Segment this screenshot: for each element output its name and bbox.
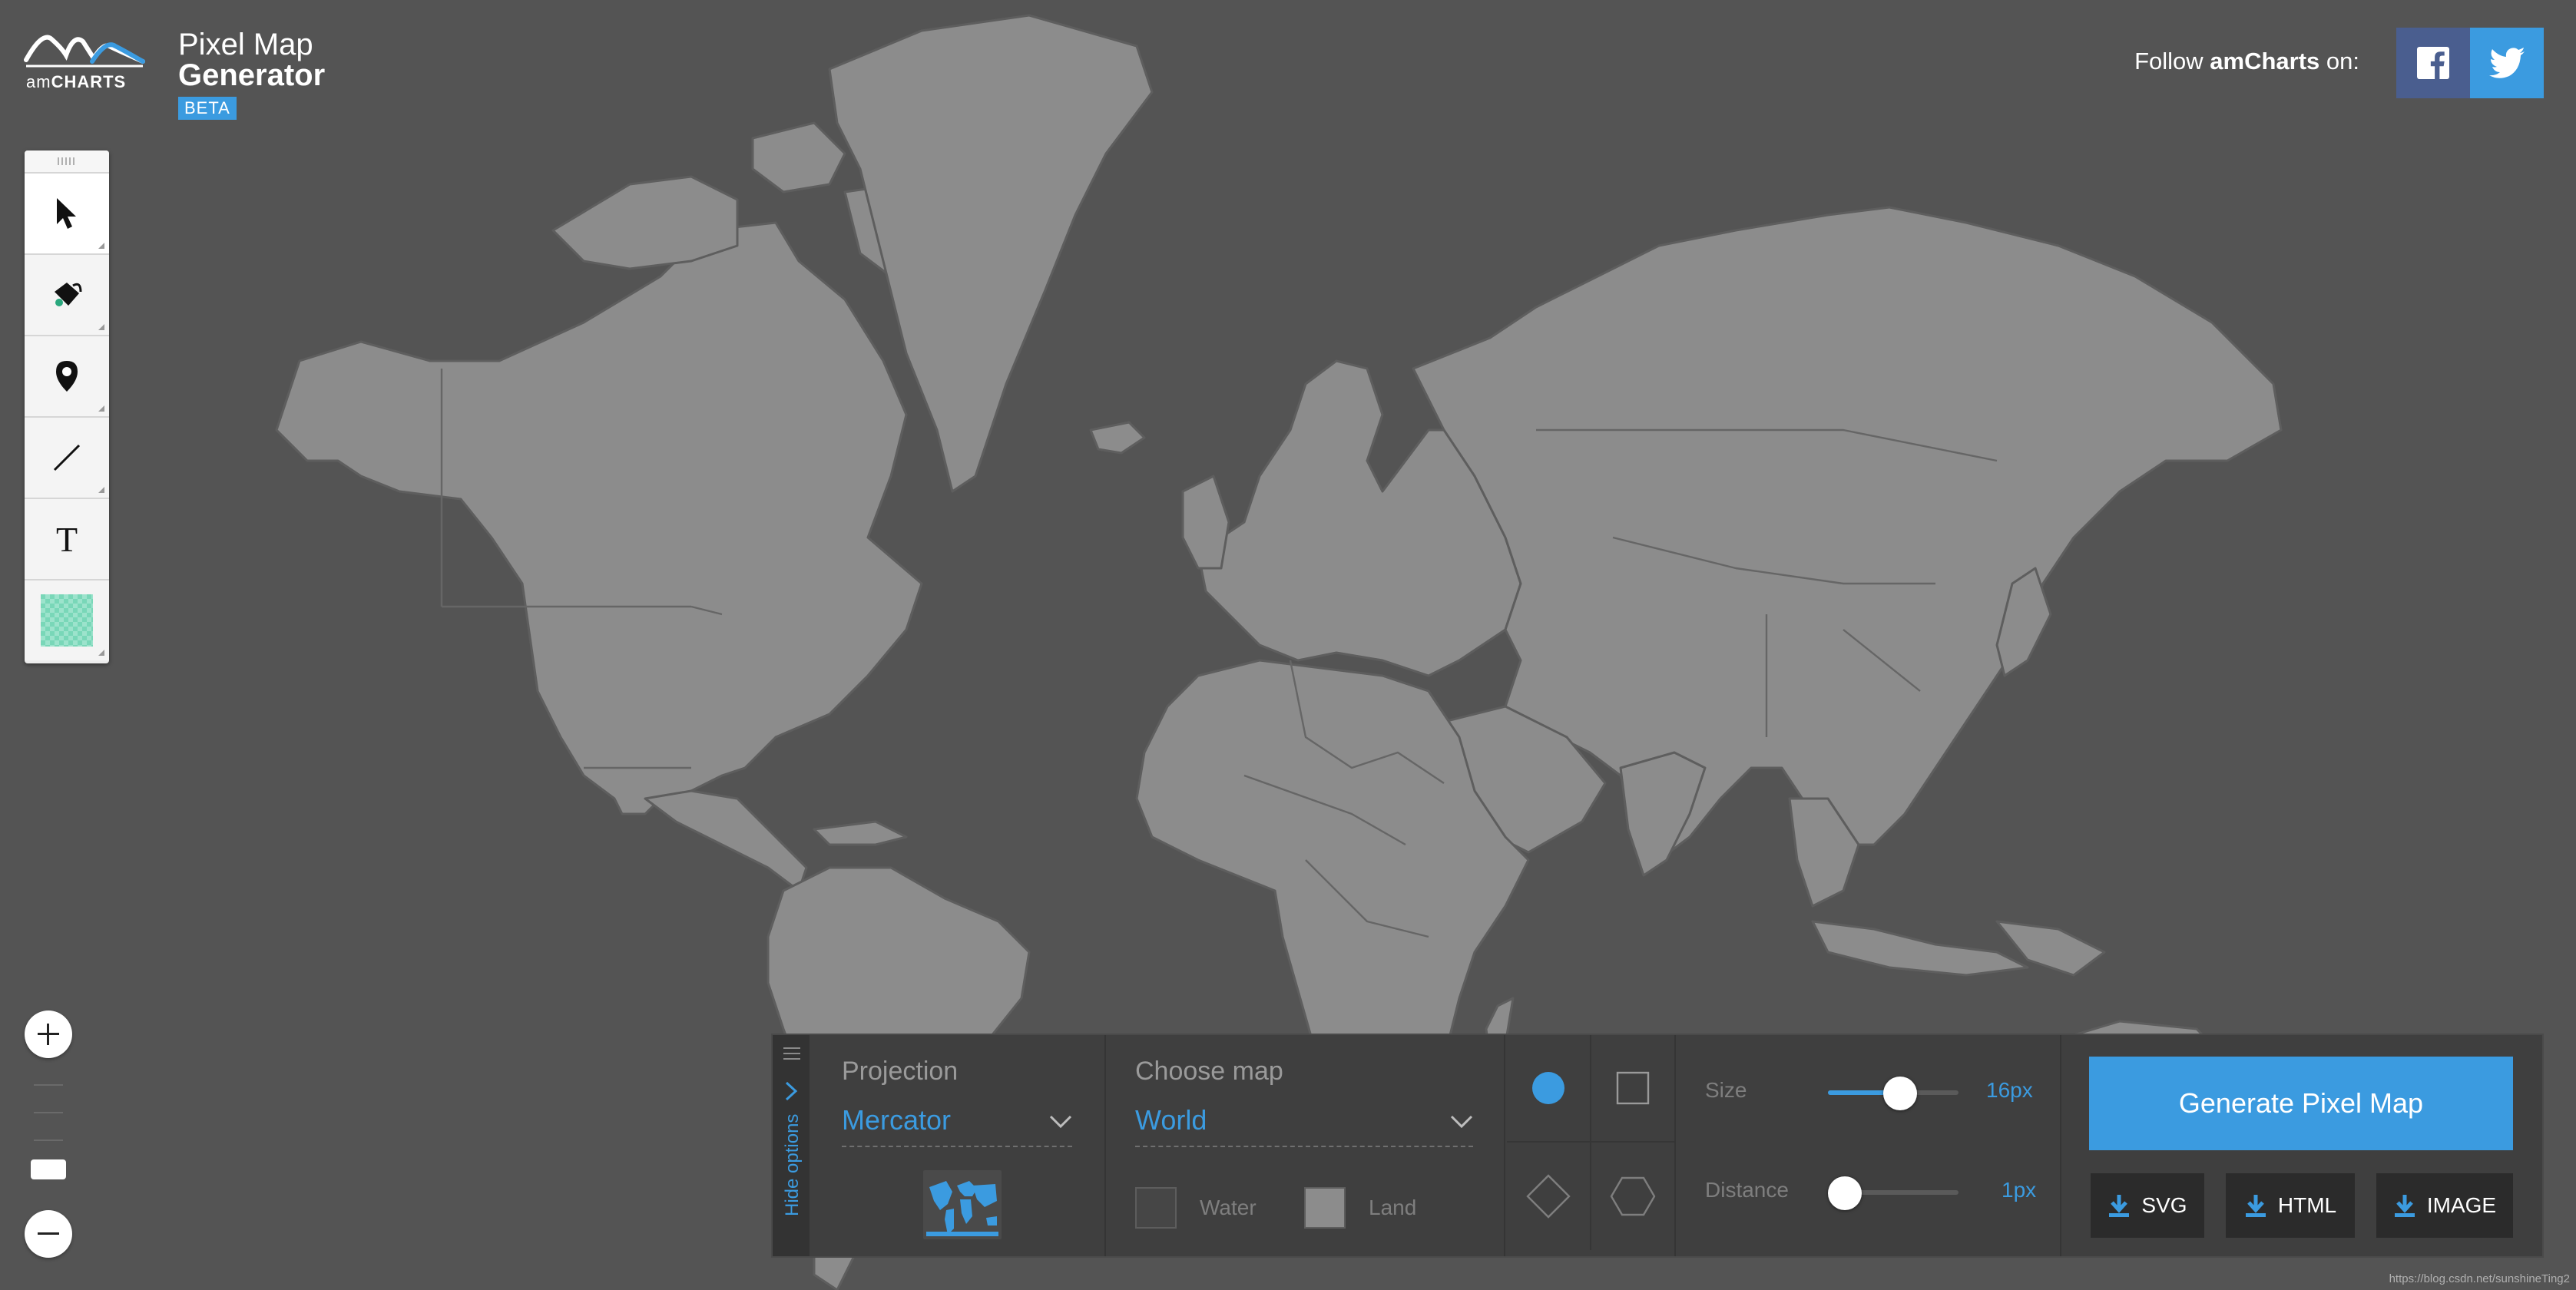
water-color-box [1135,1187,1177,1229]
shape-diamond-option[interactable] [1507,1143,1591,1250]
arctic-islands [551,175,739,270]
projection-select[interactable]: Mercator [842,1104,1072,1147]
distance-slider-knob[interactable] [1828,1176,1862,1210]
central-america [644,789,808,892]
zoom-out-button[interactable] [25,1210,72,1258]
panel-divider [1504,1035,1505,1256]
plus-icon [38,1024,59,1045]
text-tool[interactable]: T [25,499,109,580]
land-label: Land [1369,1196,1417,1219]
distance-value: 1px [2002,1178,2037,1202]
size-slider-knob[interactable] [1882,1077,1917,1110]
paint-bucket-icon [55,283,82,306]
map-pin-icon [56,361,78,392]
logo-wordmark: amCHARTS [26,72,127,91]
svg-label: SVG [2141,1193,2187,1217]
social-buttons [2396,28,2544,98]
title-line-1: Pixel Map [178,28,313,61]
facebook-icon [2417,47,2449,79]
select-tool[interactable] [25,174,109,255]
download-image-button[interactable]: IMAGE [2376,1173,2513,1238]
hexagon-icon [1610,1176,1656,1216]
download-html-button[interactable]: HTML [2226,1173,2355,1238]
projection-section: Projection Mercator [842,1035,1072,1256]
zoom-slider-thumb[interactable] [31,1159,66,1179]
map-section: Choose map World Water Land [1135,1035,1473,1256]
image-label: IMAGE [2426,1193,2497,1217]
html-label: HTML [2277,1193,2337,1217]
projection-value: Mercator [842,1104,952,1136]
panel-divider [2060,1035,2061,1256]
shape-hexagon-option[interactable] [1591,1143,1676,1250]
footer-credit: https://blog.csdn.net/sunshineTing2 [2389,1272,2570,1285]
distance-label: Distance [1705,1178,1789,1202]
panel-divider [1674,1035,1676,1256]
download-icon [2109,1195,2130,1217]
shape-circle-option[interactable] [1507,1035,1591,1143]
menu-icon [783,1047,800,1060]
water-label: Water [1200,1196,1257,1219]
water-color-option[interactable]: Water [1135,1187,1257,1229]
shape-square-option[interactable] [1591,1035,1676,1143]
color-swatch-icon [41,594,93,647]
marker-tool[interactable] [25,336,109,418]
twitter-button[interactable] [2470,28,2544,98]
square-icon [1616,1071,1650,1105]
land-color-option[interactable]: Land [1304,1187,1416,1229]
cursor-arrow-icon [57,198,76,229]
size-value: 16px [1986,1078,2033,1102]
line-icon [53,444,81,471]
map-select[interactable]: World [1135,1104,1473,1147]
drawing-toolbar: T [25,150,109,663]
download-svg-button[interactable]: SVG [2091,1173,2204,1238]
facebook-button[interactable] [2396,28,2470,98]
download-icon [2245,1195,2266,1217]
map-title: Choose map [1135,1057,1283,1086]
follow-text: Follow amCharts on: [2134,48,2359,74]
projection-title: Projection [842,1057,959,1086]
text-icon: T [55,519,78,559]
circle-icon [1532,1072,1564,1104]
diamond-icon [1526,1174,1571,1219]
chevron-down-icon [1450,1115,1473,1129]
land-color-box [1304,1187,1346,1229]
title-line-2: Generator [178,58,326,92]
download-icon [2394,1195,2415,1217]
zoom-in-button[interactable] [25,1011,72,1058]
size-label: Size [1705,1078,1747,1102]
hide-options-label: Hide options [782,1113,803,1216]
twitter-icon [2489,48,2525,78]
beta-badge: BETA [178,97,237,120]
app-title: Pixel Map Generator [178,29,325,91]
grip-icon [58,157,74,165]
paint-tool[interactable] [25,255,109,336]
color-tool[interactable] [25,580,109,660]
minus-icon [38,1232,59,1235]
map-value: World [1135,1104,1207,1136]
line-tool[interactable] [25,418,109,499]
chevron-down-icon [1049,1115,1072,1129]
hide-options-toggle[interactable]: Hide options [773,1035,810,1256]
toolbar-grip[interactable] [25,150,109,174]
north-america [275,221,923,815]
projection-preview [923,1170,1002,1239]
panel-divider [1104,1035,1106,1256]
zoom-track[interactable] [34,1084,65,1169]
generate-pixel-map-button[interactable]: Generate Pixel Map [2089,1057,2513,1150]
